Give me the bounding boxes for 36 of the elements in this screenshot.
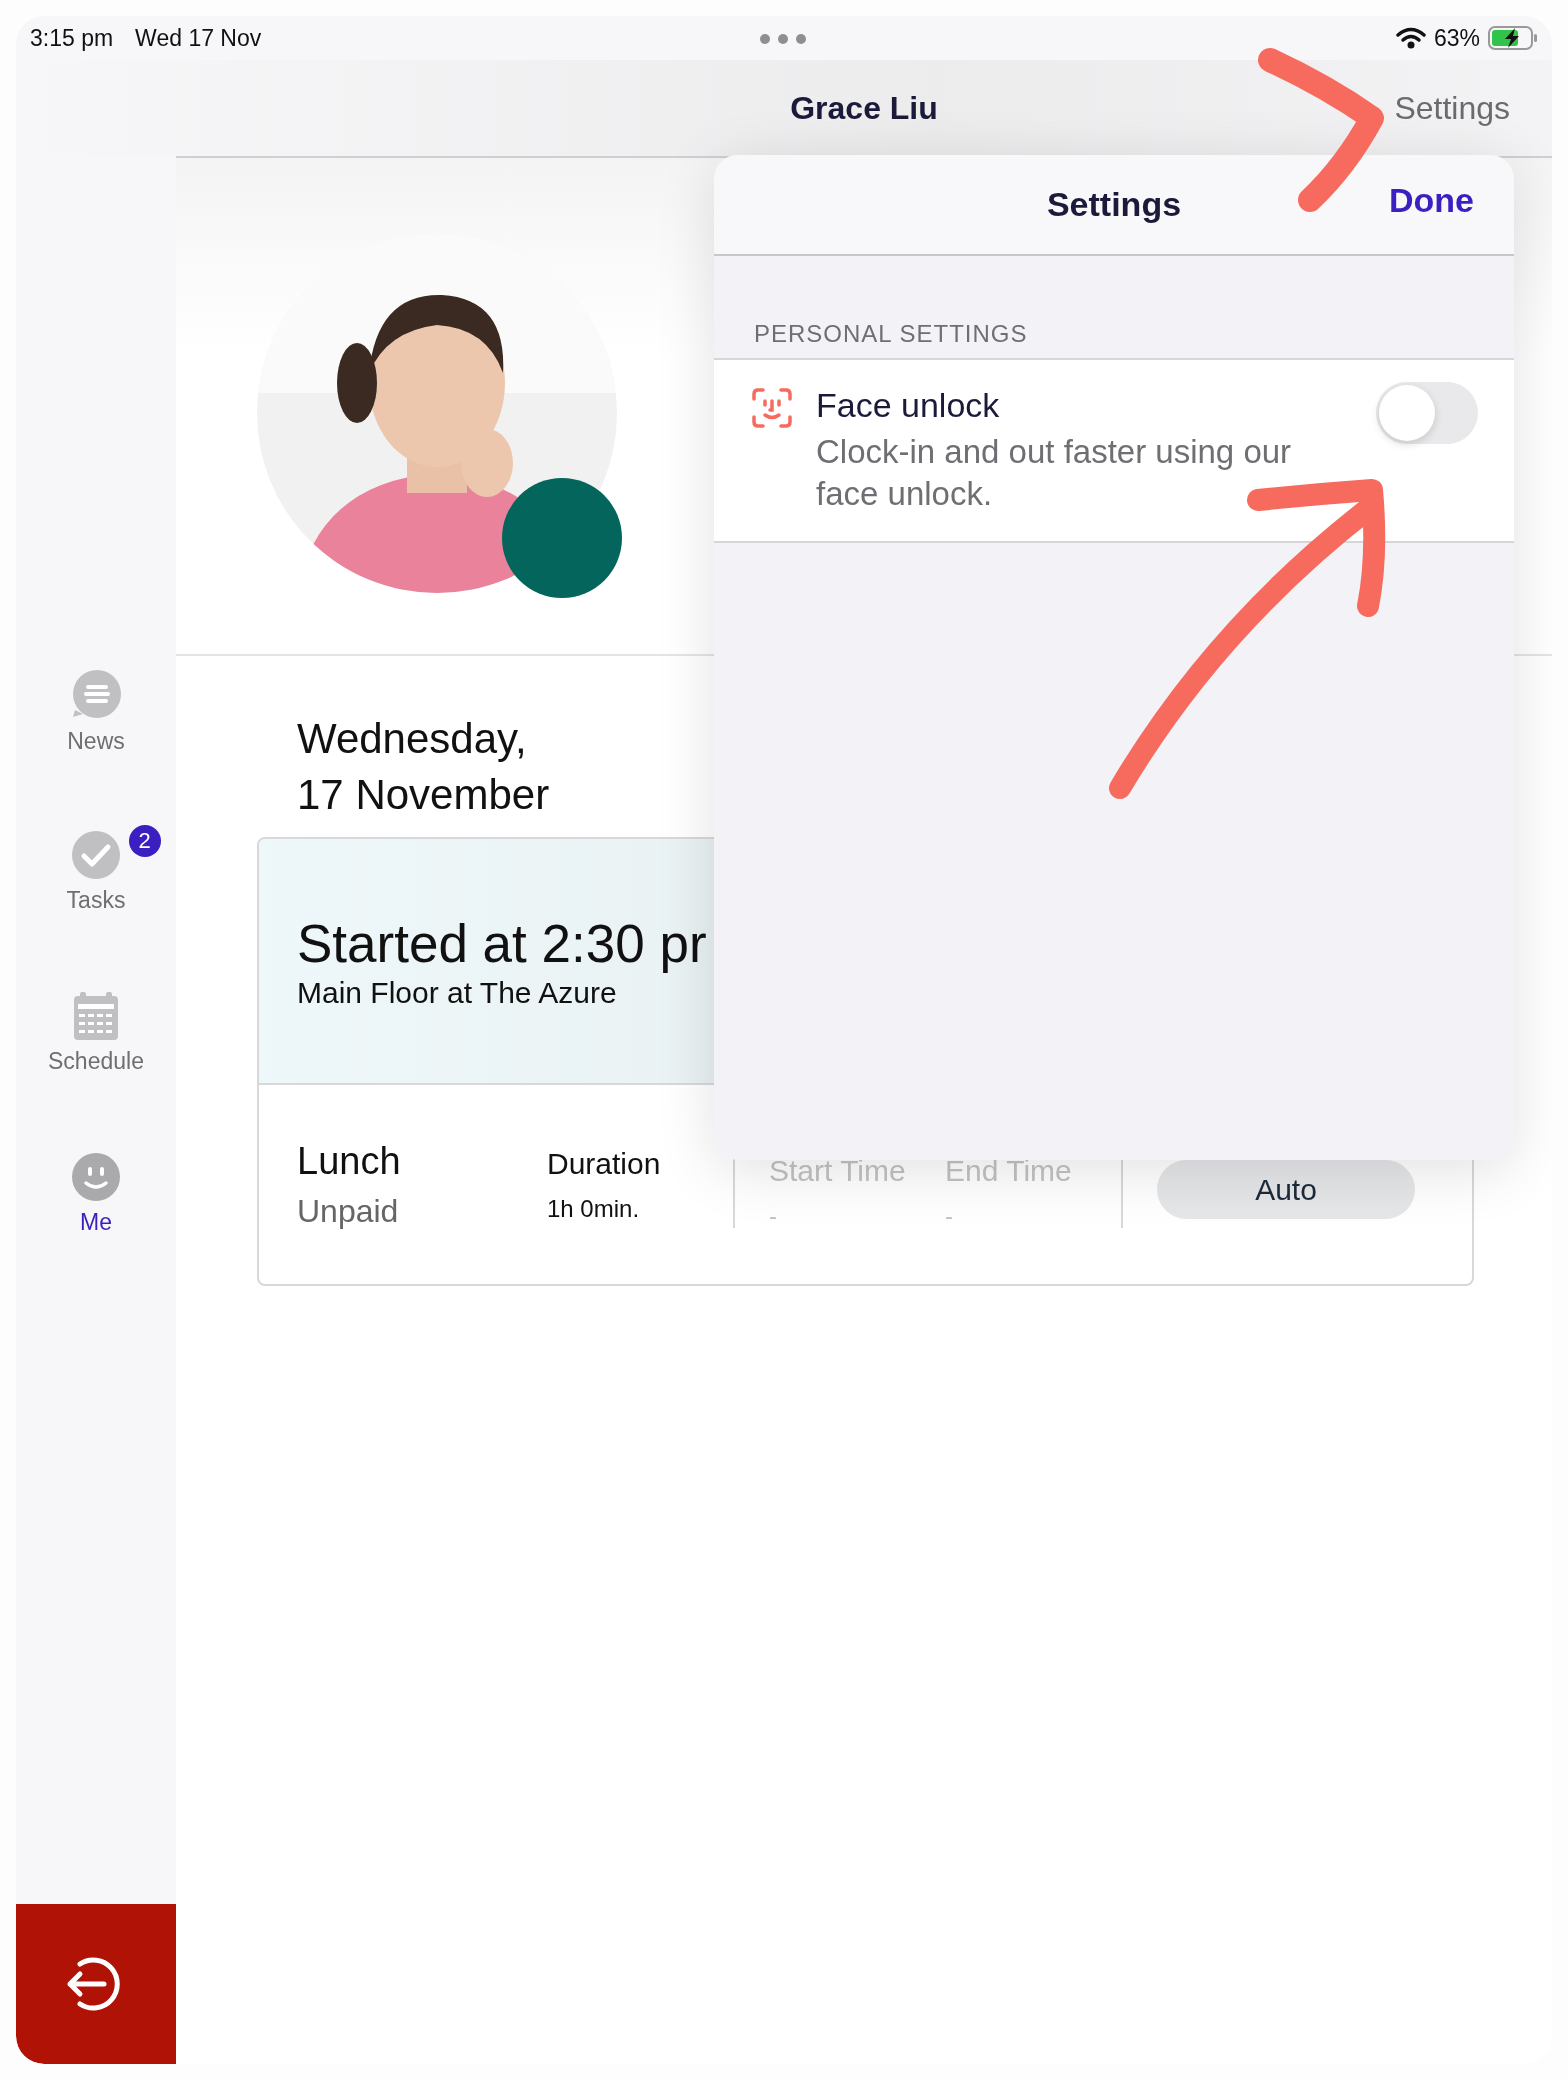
column-value: - [945, 1201, 954, 1230]
shift-location: Main Floor at The Azure [297, 976, 618, 1010]
sidebar-item[interactable]: Schedule [48, 992, 144, 1153]
checkmark-icon [72, 831, 120, 879]
smiley-icon [72, 1153, 120, 1201]
column-value: - [769, 1201, 778, 1230]
status-time: 3:15 pm [30, 24, 114, 52]
column-label: Duration [547, 1146, 662, 1181]
settings-button[interactable]: Settings [1394, 90, 1510, 127]
calendar-icon [74, 992, 118, 1040]
done-button[interactable]: Done [1389, 181, 1474, 220]
wifi-icon [1395, 27, 1426, 49]
shift-title: Started at 2:30 pr [297, 913, 708, 975]
break-type: Unpaid [297, 1192, 400, 1230]
page-title: Grace Liu [790, 89, 938, 127]
popover-title: Settings [1046, 185, 1182, 224]
count-badge: 2 [128, 825, 161, 857]
break-name: Lunch [297, 1139, 402, 1183]
column-label: Start Time [769, 1153, 907, 1188]
toggle-switch[interactable] [1376, 382, 1478, 444]
sidebar-item[interactable]: Me [72, 1153, 120, 1314]
face-id-icon [752, 388, 792, 428]
battery-percentage: 63% [1433, 24, 1480, 52]
status-date: Wed 17 Nov [135, 24, 262, 52]
setting-title: Face unlock [816, 386, 1001, 425]
multitasking-dots-icon[interactable] [760, 34, 806, 44]
column-value: 1h 0min. [547, 1194, 641, 1223]
column-label: End Time [945, 1153, 1073, 1188]
sidebar-item[interactable]: News [67, 670, 125, 831]
battery-charging-icon [1488, 26, 1538, 50]
setting-description: Clock-in and out faster using our face unlock. [816, 432, 1293, 514]
chat-icon [71, 670, 121, 720]
date-heading: Wednesday, 17 November [297, 714, 551, 820]
section-header: PERSONAL SETTINGS [754, 320, 1029, 348]
logout-button[interactable] [16, 1904, 176, 2064]
auto-button[interactable]: Auto [1157, 1160, 1415, 1219]
